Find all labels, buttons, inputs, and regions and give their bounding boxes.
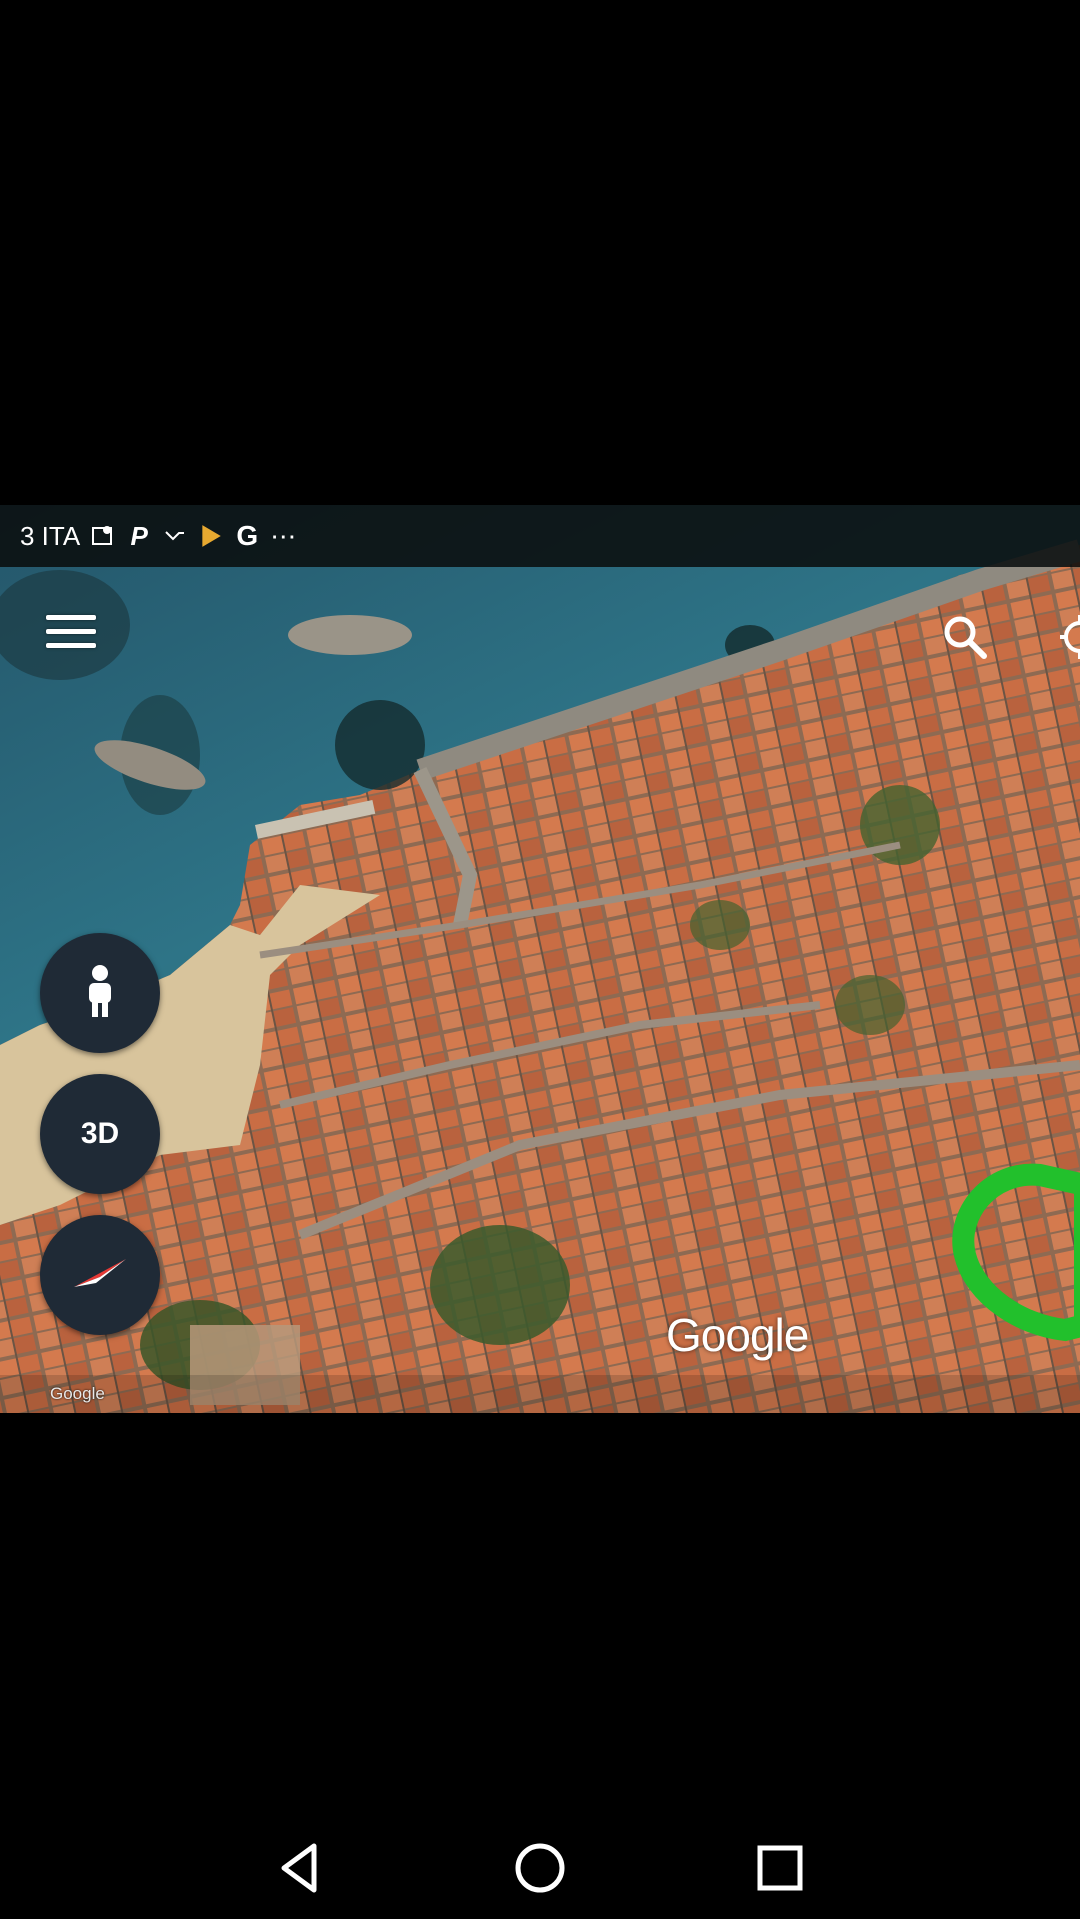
play-store-icon xyxy=(198,523,224,549)
attribution-label: Google xyxy=(50,1384,105,1403)
google-icon: G xyxy=(236,520,259,551)
hamburger-menu-icon[interactable] xyxy=(40,615,100,659)
map-notification-icon xyxy=(90,523,116,549)
home-icon[interactable] xyxy=(510,1838,570,1898)
recents-icon[interactable] xyxy=(750,1838,810,1898)
my-location-icon[interactable] xyxy=(1056,612,1080,662)
carrier-label: 3 ITA xyxy=(20,520,81,551)
satellite-imagery xyxy=(0,505,1080,1413)
compass-icon xyxy=(70,1253,130,1298)
missed-call-icon xyxy=(162,523,188,549)
more-notifications-icon: ⋯ xyxy=(270,520,297,551)
paypal-icon: P xyxy=(130,520,148,551)
3d-toggle-button[interactable]: 3D xyxy=(40,1074,160,1194)
back-icon[interactable] xyxy=(270,1838,330,1898)
3d-label: 3D xyxy=(80,1117,120,1150)
street-view-button[interactable] xyxy=(40,933,160,1053)
status-bar: 3 ITA P G ⋯ xyxy=(0,505,1080,567)
search-icon[interactable] xyxy=(940,612,990,662)
google-watermark: Google xyxy=(666,1309,809,1361)
compass-button[interactable] xyxy=(40,1215,160,1335)
satellite-map[interactable] xyxy=(0,505,1080,1413)
pegman-icon xyxy=(83,964,117,1022)
attribution-bar xyxy=(0,1375,1080,1413)
